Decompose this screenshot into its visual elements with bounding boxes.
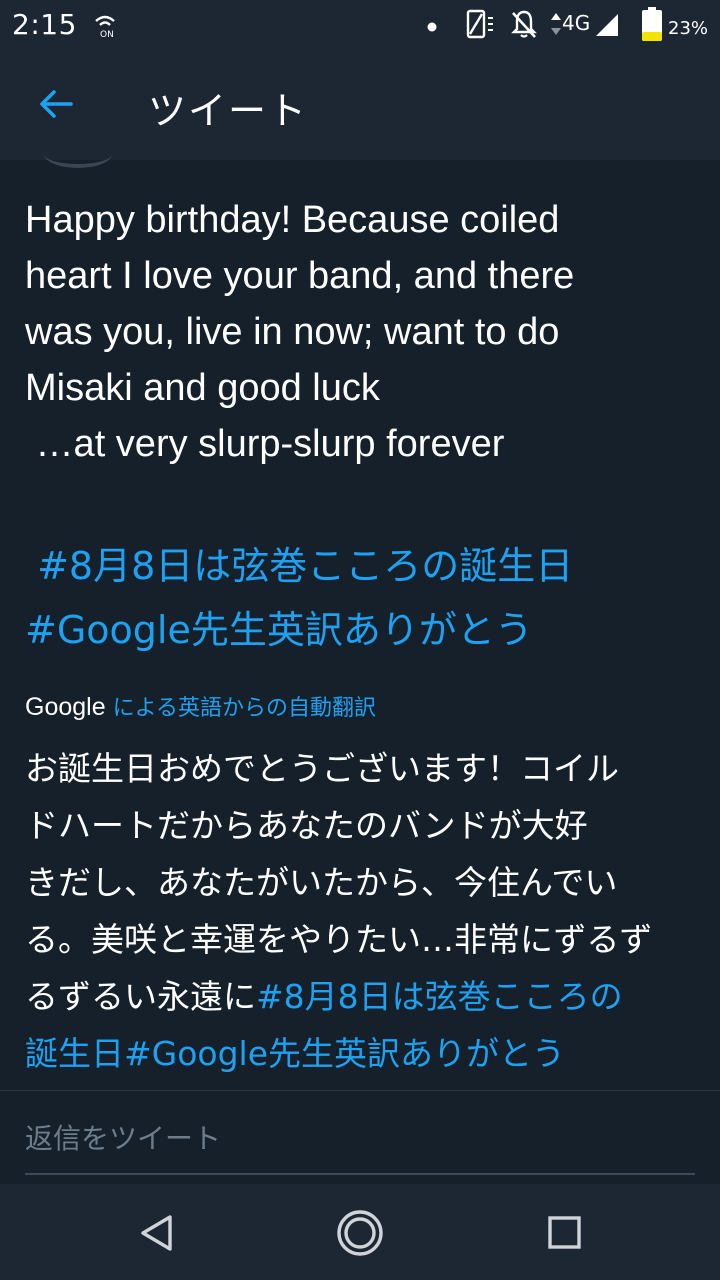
tweet-text-line: Happy birthday! Because coiled [25, 199, 560, 241]
screen-rotate-icon [464, 8, 496, 44]
recents-square-icon [548, 1216, 581, 1249]
reply-input[interactable]: 返信をツイート [25, 1121, 695, 1175]
translated-text-segment: るずるい永遠に [25, 977, 256, 1016]
status-bar: 2:15 ON 4G 23% [0, 0, 720, 48]
status-time: 2:15 [12, 8, 77, 41]
translated-line: きだし、あなたがいたから、今住んでい [25, 863, 618, 902]
back-button[interactable] [28, 80, 84, 128]
translation-attribution: Google による英語からの自動翻訳 [25, 690, 376, 722]
hashtag-link[interactable]: #8月8日は弦巻こころの [256, 977, 623, 1016]
back-arrow-icon [40, 90, 73, 118]
hashtag-link[interactable]: #8月8日は弦巻こころの誕生日 [25, 534, 705, 598]
translated-line: るずるい永遠に#8月8日は弦巻こころの [25, 968, 705, 1025]
translated-line: お誕生日おめでとうございます！コイル [25, 749, 619, 788]
svg-text:ON: ON [100, 30, 114, 38]
notification-dot-icon [426, 18, 438, 37]
tweet-detail: Happy birthday! Because coiled heart I l… [0, 160, 720, 1090]
page-title: ツイート [148, 89, 309, 133]
nfc-icon: ON [90, 12, 120, 42]
translated-line: ドハートだからあなたのバンドが大好 [25, 806, 588, 845]
signal-icon [594, 12, 620, 42]
tweet-text-line: …at very slurp-slurp forever [25, 423, 505, 465]
system-nav-bar [0, 1184, 720, 1280]
back-triangle-icon [141, 1215, 172, 1251]
mute-icon [508, 8, 540, 44]
avatar[interactable] [44, 140, 112, 168]
tweet-text: Happy birthday! Because coiled heart I l… [25, 192, 705, 472]
translated-text: お誕生日おめでとうございます！コイル ドハートだからあなたのバンドが大好 きだし… [25, 740, 705, 1082]
hashtag-link[interactable]: 誕生日#Google先生英訳ありがとう [25, 1025, 705, 1082]
tweet-hashtags: #8月8日は弦巻こころの誕生日 #Google先生英訳ありがとう [25, 534, 705, 662]
tweet-text-line: Misaki and good luck [25, 367, 380, 409]
nav-recents-button[interactable] [540, 1208, 590, 1258]
google-logo: Google [25, 693, 106, 721]
network-type: 4G [562, 11, 591, 35]
battery-percent: 23% [668, 18, 709, 39]
translated-line: る。美咲と幸運をやりたい…非常にずるず [25, 920, 653, 959]
home-circle-icon [337, 1210, 383, 1256]
data-arrows-icon [550, 12, 562, 40]
battery-icon [640, 6, 664, 46]
translation-label[interactable]: による英語からの自動翻訳 [113, 696, 376, 721]
nav-back-button[interactable] [134, 1208, 184, 1258]
hashtag-link[interactable]: #Google先生英訳ありがとう [25, 598, 705, 662]
reply-bar: 返信をツイート [0, 1090, 720, 1185]
nav-home-button[interactable] [335, 1208, 385, 1258]
tweet-text-line: heart I love your band, and there [25, 255, 575, 297]
tweet-text-line: was you, live in now; want to do [25, 311, 560, 353]
